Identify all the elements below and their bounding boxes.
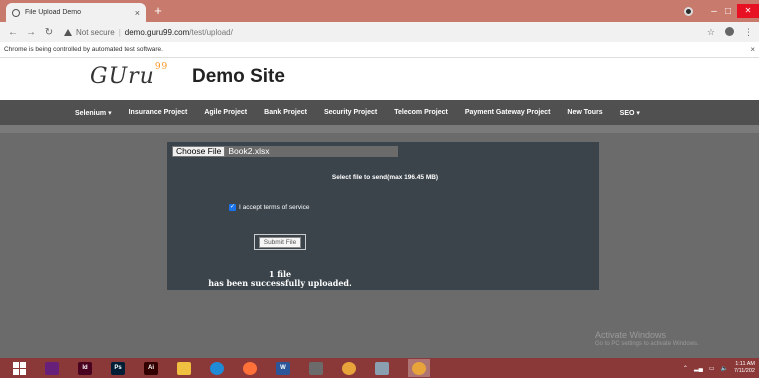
back-arrow-icon[interactable]: ←: [6, 27, 20, 38]
tab-close-icon[interactable]: ×: [135, 8, 140, 18]
chrome-icon[interactable]: [342, 361, 356, 375]
minimize-button[interactable]: –: [707, 6, 721, 17]
terms-checkbox[interactable]: ✓: [229, 204, 236, 211]
window-controls: – □ ✕: [684, 0, 759, 22]
visual-studio-icon[interactable]: [45, 361, 59, 375]
windows-taskbar: Id Ps Ai W ⌃ ▂▄ ▭ 🔈 1:11 AM 7/11/202: [0, 358, 759, 378]
new-tab-button[interactable]: +: [150, 3, 166, 19]
submit-file-button[interactable]: Submit File: [254, 234, 306, 250]
infobar-text: Chrome is being controlled by automated …: [4, 46, 163, 53]
nav-item-seo[interactable]: SEO ▾: [620, 109, 640, 117]
indesign-icon[interactable]: Id: [78, 361, 92, 375]
windows-start-icon[interactable]: [12, 361, 26, 375]
tray-chevron-icon[interactable]: ⌃: [683, 365, 688, 372]
terms-row: ✓ I accept terms of service: [229, 204, 309, 211]
nav-item-insurance-project[interactable]: Insurance Project: [129, 109, 188, 116]
url-host: demo.guru99.com: [124, 27, 190, 37]
page-title: Demo Site: [192, 66, 285, 87]
tab-title: File Upload Demo: [25, 9, 82, 16]
automation-infobar: Chrome is being controlled by automated …: [0, 42, 759, 58]
system-tray: ⌃ ▂▄ ▭ 🔈 1:11 AM 7/11/202: [677, 358, 755, 378]
nav-item-selenium[interactable]: Selenium ▾: [75, 109, 112, 117]
warning-icon: [64, 28, 72, 36]
address-separator: |: [118, 27, 121, 37]
site-header: GUru99 Demo Site: [0, 58, 759, 100]
network-icon[interactable]: ▂▄: [694, 365, 703, 372]
volume-icon[interactable]: 🔈: [721, 365, 728, 372]
nav-item-agile-project[interactable]: Agile Project: [204, 109, 247, 116]
chrome-active-icon[interactable]: [412, 361, 426, 375]
maximize-button[interactable]: □: [721, 6, 735, 17]
not-secure-label: Not secure: [76, 27, 115, 37]
infobar-close-icon[interactable]: ×: [750, 42, 755, 58]
guru99-logo[interactable]: GUru99: [90, 62, 168, 89]
photoshop-icon[interactable]: Ps: [111, 361, 125, 375]
profile-dot-icon[interactable]: [684, 6, 693, 16]
terms-label: I accept terms of service: [239, 204, 310, 211]
file-explorer-icon[interactable]: [177, 361, 191, 375]
tool-app-icon[interactable]: [375, 361, 389, 375]
firefox-icon[interactable]: [243, 361, 257, 375]
selected-file-name: Book2.xlsx: [225, 146, 398, 157]
browser-tab[interactable]: File Upload Demo ×: [6, 3, 146, 22]
nav-item-new-tours[interactable]: New Tours: [567, 109, 602, 116]
upload-success-message: 1 file has been successfully uploaded.: [208, 269, 352, 288]
file-input[interactable]: Choose File Book2.xlsx: [172, 146, 398, 157]
reload-icon[interactable]: ↻: [42, 27, 56, 38]
browser-tab-strip: File Upload Demo × + – □ ✕: [0, 0, 759, 22]
nav-item-payment-gateway-project[interactable]: Payment Gateway Project: [465, 109, 551, 116]
toolbar-actions: ☆ ⋮: [697, 26, 753, 38]
menu-kebab-icon[interactable]: ⋮: [744, 27, 753, 38]
forward-arrow-icon[interactable]: →: [24, 27, 38, 38]
main-content: Choose File Book2.xlsx Select file to se…: [0, 125, 759, 358]
choose-file-button[interactable]: Choose File: [172, 146, 226, 157]
upload-panel: Choose File Book2.xlsx Select file to se…: [167, 142, 599, 290]
bookmark-star-icon[interactable]: ☆: [707, 27, 715, 38]
settings-app-icon[interactable]: [309, 361, 323, 375]
close-window-button[interactable]: ✕: [737, 4, 759, 18]
globe-icon: [12, 8, 20, 17]
nav-item-security-project[interactable]: Security Project: [324, 109, 377, 116]
activate-windows-watermark: Activate Windows Go to PC settings to ac…: [595, 330, 699, 347]
main-nav: Selenium ▾ Insurance Project Agile Proje…: [0, 100, 759, 125]
word-icon[interactable]: W: [276, 361, 290, 375]
submit-file-label: Submit File: [258, 236, 302, 248]
battery-icon[interactable]: ▭: [709, 365, 715, 372]
url-path: /test/upload/: [189, 27, 233, 37]
active-app-highlight: [408, 359, 430, 377]
max-size-label: Select file to send(max 196.45 MB): [331, 174, 439, 181]
nav-item-bank-project[interactable]: Bank Project: [264, 109, 307, 116]
taskbar-clock[interactable]: 1:11 AM 7/11/202: [734, 361, 755, 375]
illustrator-icon[interactable]: Ai: [144, 361, 158, 375]
address-bar[interactable]: Not secure | demo.guru99.com/test/upload…: [64, 28, 233, 37]
profile-icon[interactable]: [725, 26, 734, 38]
edge-icon[interactable]: [210, 361, 224, 375]
browser-toolbar: ← → ↻ Not secure | demo.guru99.com/test/…: [0, 22, 759, 42]
nav-item-telecom-project[interactable]: Telecom Project: [394, 109, 448, 116]
